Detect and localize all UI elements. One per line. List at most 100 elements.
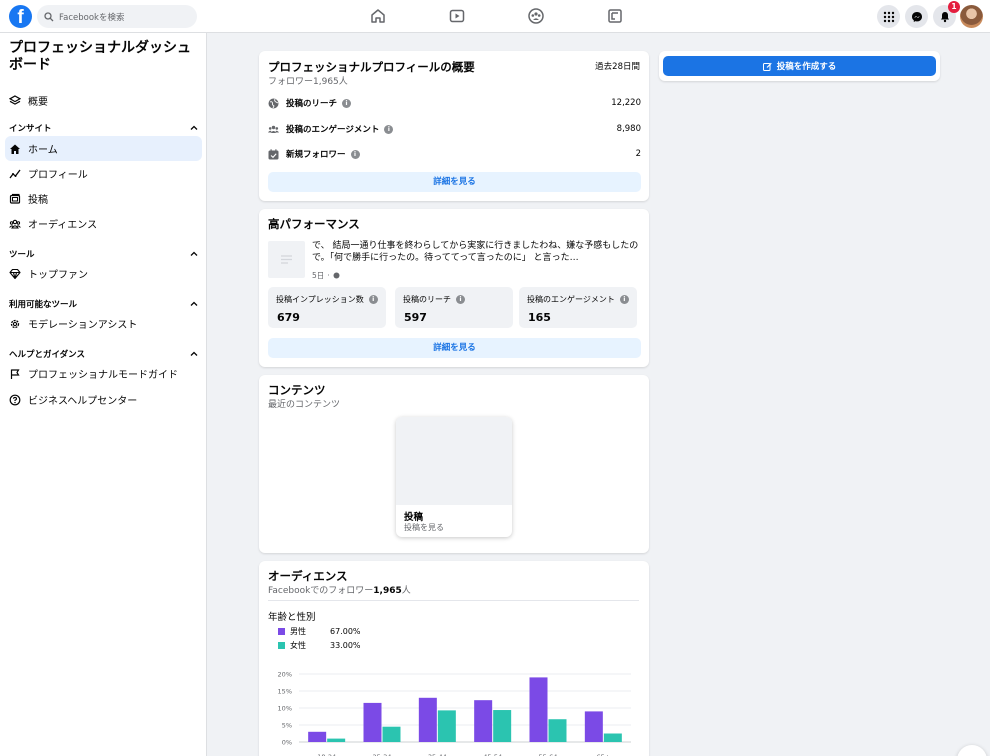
card-title: オーディエンス [268, 569, 348, 583]
messenger-icon [911, 11, 922, 22]
audience-icon [9, 219, 21, 228]
calendar-check-icon [268, 148, 279, 159]
sidebar-item-audience[interactable]: オーディエンス [5, 211, 202, 236]
floating-action-button[interactable] [957, 745, 987, 756]
bar-45-54-0[interactable] [474, 700, 493, 742]
globe-icon [268, 98, 279, 108]
section-heading-help[interactable]: ヘルプとガイダンス [9, 348, 198, 360]
sidebar-item-overview[interactable]: 概要 [5, 88, 202, 113]
info-icon[interactable]: i [350, 149, 360, 159]
y-tick-label: 0% [282, 739, 292, 747]
metric-value: 8,980 [616, 124, 641, 134]
bar-55-64-1[interactable] [548, 719, 567, 742]
dot-separator: · [327, 271, 330, 280]
sidebar-item-pro-mode-guide[interactable]: プロフェッショナルモードガイド [5, 361, 202, 386]
legend-swatch [278, 628, 285, 635]
profile-avatar[interactable] [960, 5, 983, 28]
info-icon[interactable]: i [619, 295, 629, 304]
y-tick-label: 5% [282, 722, 292, 730]
gear-icon [10, 319, 20, 328]
section-heading-label: インサイト [9, 124, 52, 134]
video-nav-icon[interactable] [448, 7, 466, 25]
bar-35-44-0[interactable] [418, 697, 437, 742]
create-post-button[interactable]: 投稿を作成する [663, 56, 936, 76]
menu-grid-button[interactable] [877, 5, 900, 28]
subtitle-prefix: Facebookでのフォロワー [268, 586, 374, 596]
create-post-label: 投稿を作成する [776, 62, 837, 72]
sidebar-item-label: ビジネスヘルプセンター [28, 396, 138, 407]
bar-18-24-1[interactable] [327, 738, 346, 742]
trend-icon [9, 169, 21, 178]
text-post-icon [281, 255, 292, 264]
gaming-nav-icon[interactable] [606, 7, 624, 25]
card-subtitle: Facebookでのフォロワー1,965人 [268, 583, 411, 596]
notifications-button[interactable]: 1 [933, 1, 960, 28]
bar-65+-1[interactable] [603, 733, 622, 743]
sidebar-item-posts[interactable]: 投稿 [5, 186, 202, 211]
stat-value: 597 [404, 311, 427, 324]
info-icon[interactable]: i [456, 295, 465, 304]
card-title: 高パフォーマンス [268, 217, 360, 231]
performance-see-more-button[interactable]: 詳細を見る [268, 338, 641, 358]
metric-value: 12,220 [611, 98, 641, 108]
age-gender-bar-chart: 0%5%10%15%20%18-2425-3435-4445-5455-6465… [278, 671, 631, 756]
stat-impressions: 投稿インプレッション数 i 679 [268, 287, 386, 328]
home-icon [10, 144, 20, 154]
sidebar-item-moderation-assist[interactable]: モデレーションアシスト [5, 311, 202, 336]
info-icon[interactable]: i [384, 124, 394, 134]
left-sidebar: プロフェッショナルダッシュボード 概要 インサイト ホーム プロフィール 投稿 … [0, 33, 207, 756]
info-icon[interactable]: i [368, 295, 378, 304]
sidebar-item-profile[interactable]: プロフィール [5, 161, 202, 186]
edit-icon [762, 62, 772, 71]
period-label: 過去28日間 [595, 62, 640, 72]
sidebar-item-label: オーディエンス [28, 220, 98, 231]
post-preview-text[interactable]: で、 結局一通り仕事を終わらしてから実家に行きましたわね、嫌な予感もしたので。「… [312, 240, 639, 265]
bar-35-44-1[interactable] [437, 710, 456, 742]
metric-label: 投稿のリーチ [286, 99, 338, 109]
overview-see-more-button[interactable]: 詳細を見る [268, 172, 641, 192]
bar-55-64-0[interactable] [529, 677, 548, 742]
help-icon [9, 394, 21, 405]
sidebar-item-label: トップファン [28, 270, 88, 281]
sidebar-item-label: 投稿 [28, 195, 48, 206]
facebook-logo[interactable]: f [9, 5, 32, 28]
content-tile-posts[interactable]: 投稿 投稿を見る [396, 417, 512, 537]
diamond-icon [9, 268, 21, 279]
metric-label: 投稿のエンゲージメント [286, 125, 380, 135]
groups-nav-icon[interactable] [527, 7, 545, 25]
search-bar[interactable]: Facebookを検索 [37, 5, 197, 28]
section-heading-insights[interactable]: インサイト [9, 122, 198, 134]
section-heading-tools[interactable]: ツール [9, 248, 198, 260]
sidebar-item-home[interactable]: ホーム [5, 136, 202, 161]
info-icon[interactable]: i [342, 98, 352, 108]
chevron-up-icon [190, 301, 198, 306]
notification-badge: 1 [948, 1, 960, 13]
tile-image-placeholder [396, 417, 512, 505]
bar-18-24-0[interactable] [308, 731, 327, 742]
post-thumbnail[interactable] [268, 241, 305, 278]
section-heading-available-tools[interactable]: 利用可能なツール [9, 298, 198, 310]
bar-65+-0[interactable] [584, 711, 603, 742]
y-tick-label: 20% [278, 671, 292, 679]
stat-label: 投稿のエンゲージメント [527, 295, 615, 304]
sidebar-item-label: ホーム [28, 145, 58, 156]
card-title: コンテンツ [268, 383, 326, 397]
follower-count: フォロワー1,965人 [268, 77, 348, 87]
stat-value: 165 [528, 311, 551, 324]
sidebar-item-business-help[interactable]: ビジネスヘルプセンター [5, 387, 202, 412]
bar-45-54-1[interactable] [493, 710, 512, 742]
bar-25-34-1[interactable] [382, 726, 401, 742]
home-nav-icon[interactable] [369, 7, 387, 25]
stat-label: 投稿のリーチ [403, 295, 451, 304]
bar-25-34-0[interactable] [363, 702, 382, 742]
metric-row-reach: 投稿のリーチ i 12,220 [268, 95, 641, 111]
audience-card: オーディエンス Facebookでのフォロワー1,965人 年齢と性別 男性 6… [259, 561, 649, 756]
sidebar-item-top-fans[interactable]: トップファン [5, 261, 202, 286]
chevron-up-icon [190, 351, 198, 356]
globe-icon [333, 272, 340, 279]
grid-icon [883, 11, 894, 22]
sidebar-item-label: プロフィール [28, 170, 88, 181]
messenger-button[interactable] [905, 5, 928, 28]
metric-value: 2 [635, 149, 641, 159]
overview-card: プロフェッショナルプロフィールの概要 フォロワー1,965人 過去28日間 投稿… [259, 51, 649, 201]
